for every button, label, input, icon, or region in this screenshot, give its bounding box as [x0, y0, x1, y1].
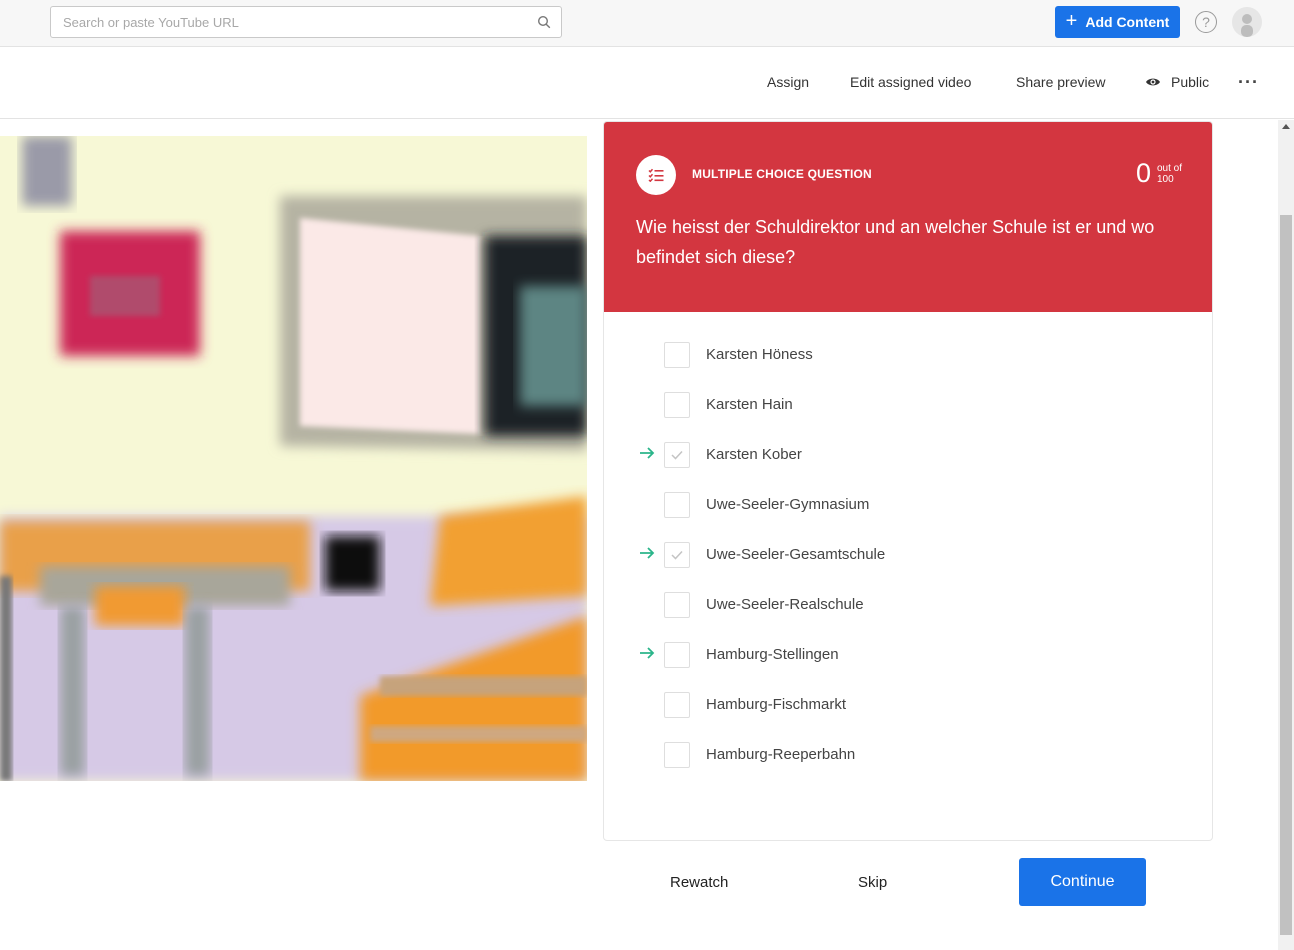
answer-checkbox[interactable]: [664, 542, 690, 568]
user-icon: [1241, 14, 1253, 37]
answer-option-label: Karsten Kober: [706, 446, 802, 463]
answer-checkbox[interactable]: [664, 492, 690, 518]
edit-assigned-video-button[interactable]: Edit assigned video: [850, 74, 971, 90]
answer-option[interactable]: Uwe-Seeler-Gesamtschule: [604, 532, 1212, 582]
search-box[interactable]: [50, 6, 562, 38]
answer-option-label: Karsten Höness: [706, 346, 813, 363]
video-player[interactable]: [0, 136, 587, 781]
score-display: 0 out of 100: [1136, 158, 1182, 188]
answer-checkbox[interactable]: [664, 742, 690, 768]
answer-option[interactable]: Hamburg-Fischmarkt: [604, 682, 1212, 732]
score-value: 0: [1135, 158, 1151, 188]
search-input[interactable]: [51, 7, 521, 37]
add-content-label: Add Content: [1085, 14, 1170, 30]
more-options-icon[interactable]: ···: [1238, 72, 1259, 93]
help-icon[interactable]: ?: [1195, 11, 1217, 33]
public-label: Public: [1171, 74, 1210, 90]
checkmark-icon: [671, 450, 683, 460]
answer-option-label: Hamburg-Fischmarkt: [706, 696, 847, 713]
question-type-label: MULTIPLE CHOICE QUESTION: [692, 167, 872, 181]
scroll-thumb[interactable]: [1280, 215, 1292, 935]
question-card: MULTIPLE CHOICE QUESTION 0 out of 100 Wi…: [603, 121, 1213, 841]
action-bar: Assign Edit assigned video Share preview…: [0, 48, 1294, 119]
video-frame-image: [0, 136, 587, 781]
eye-icon: [1146, 78, 1160, 86]
scroll-up-arrow-icon[interactable]: [1282, 124, 1290, 129]
answer-option[interactable]: Hamburg-Reeperbahn: [604, 732, 1212, 782]
answer-checkbox[interactable]: [664, 642, 690, 668]
checkmark-icon: [671, 550, 683, 560]
top-bar: + Add Content ?: [0, 0, 1294, 47]
avatar[interactable]: [1232, 7, 1262, 37]
continue-button[interactable]: Continue: [1019, 858, 1146, 906]
skip-button[interactable]: Skip: [858, 874, 887, 891]
arrow-right-icon: [640, 547, 655, 559]
answer-option-label: Hamburg-Reeperbahn: [706, 746, 856, 763]
answer-checkbox[interactable]: [664, 692, 690, 718]
score-out-of-label: out of: [1156, 163, 1182, 174]
answer-option-label: Uwe-Seeler-Realschule: [706, 596, 864, 613]
search-icon[interactable]: [537, 15, 551, 29]
public-toggle[interactable]: Public: [1145, 74, 1209, 90]
answer-option[interactable]: Karsten Höness: [604, 332, 1212, 382]
score-max-value: 100: [1156, 174, 1174, 185]
question-header: MULTIPLE CHOICE QUESTION 0 out of 100 Wi…: [604, 122, 1212, 312]
answer-checkbox[interactable]: [664, 342, 690, 368]
answer-options: Karsten Höness Karsten Hain Karsten Kober U…: [604, 332, 1212, 782]
answer-option[interactable]: Uwe-Seeler-Realschule: [604, 582, 1212, 632]
arrow-right-icon: [640, 647, 655, 659]
answer-option[interactable]: Uwe-Seeler-Gymnasium: [604, 482, 1212, 532]
arrow-right-icon: [640, 447, 655, 459]
scrollbar[interactable]: [1278, 120, 1294, 950]
answer-checkbox[interactable]: [664, 442, 690, 468]
score-max: out of 100: [1157, 163, 1182, 185]
answer-option[interactable]: Karsten Kober: [604, 432, 1212, 482]
assign-button[interactable]: Assign: [767, 74, 809, 90]
answer-option[interactable]: Karsten Hain: [604, 382, 1212, 432]
question-text: Wie heisst der Schuldirektor und an welc…: [636, 217, 1155, 267]
answer-checkbox[interactable]: [664, 392, 690, 418]
answer-checkbox[interactable]: [664, 592, 690, 618]
rewatch-button[interactable]: Rewatch: [670, 874, 728, 891]
answer-option-label: Karsten Hain: [706, 396, 793, 413]
plus-icon: +: [1065, 10, 1078, 32]
add-content-button[interactable]: + Add Content: [1055, 6, 1180, 38]
share-preview-button[interactable]: Share preview: [1016, 74, 1106, 90]
multiple-choice-icon: [636, 155, 676, 195]
answer-option-label: Uwe-Seeler-Gymnasium: [706, 496, 870, 513]
answer-option-label: Hamburg-Stellingen: [706, 646, 839, 663]
answer-option-label: Uwe-Seeler-Gesamtschule: [706, 546, 886, 563]
answer-option[interactable]: Hamburg-Stellingen: [604, 632, 1212, 682]
